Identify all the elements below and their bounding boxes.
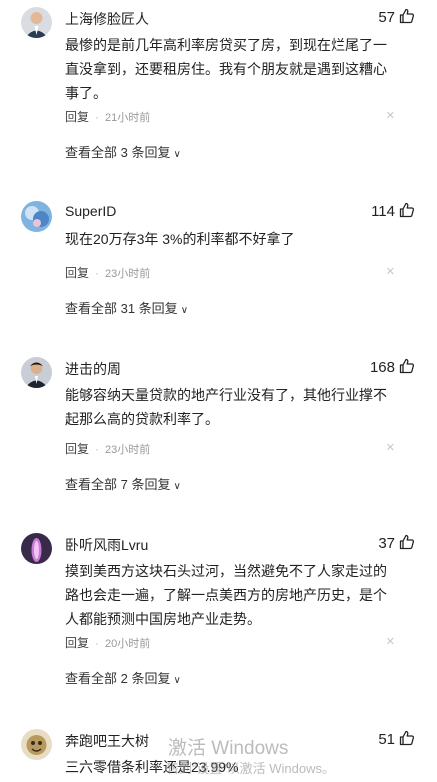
avatar[interactable]	[21, 357, 52, 388]
comment-text: 三六零借条利率还是23.99%	[65, 759, 239, 775]
reply-button[interactable]: 回复	[65, 442, 89, 456]
reply-button[interactable]: 回复	[65, 636, 89, 650]
close-icon[interactable]: ✕	[386, 109, 395, 122]
view-all-replies-label: 查看全部 31 条回复	[65, 301, 178, 316]
close-icon[interactable]: ✕	[386, 265, 395, 278]
comment-meta: 回复 · 23小时前	[65, 442, 151, 456]
reply-button[interactable]: 回复	[65, 110, 89, 124]
username[interactable]: 奔跑吧王大树	[65, 731, 149, 751]
view-all-replies-label: 查看全部 2 条回复	[65, 671, 171, 686]
avatar[interactable]	[21, 7, 52, 38]
comment-time: 21小时前	[105, 112, 151, 124]
thumbs-up-icon[interactable]	[399, 202, 415, 218]
comment-text: 现在20万存3年 3%的利率都不好拿了	[65, 231, 295, 247]
like-count: 37	[378, 535, 395, 552]
comment-meta: 回复 · 21小时前	[65, 110, 151, 124]
comment-time: 20小时前	[105, 638, 151, 650]
comment-time: 23小时前	[105, 444, 151, 456]
thumbs-up-icon[interactable]	[399, 358, 415, 374]
comment-text: 能够容纳天量贷款的地产行业没有了，其他行业撑不起那么高的贷款利率了。	[65, 387, 387, 427]
view-all-replies-button[interactable]: 查看全部 31 条回复 ∨	[65, 298, 188, 317]
like-count: 51	[378, 731, 395, 748]
like-count: 168	[369, 359, 395, 376]
chevron-down-icon: ∨	[173, 149, 181, 160]
comment-meta: 回复 · 23小时前	[65, 266, 151, 280]
close-icon[interactable]: ✕	[386, 441, 395, 454]
avatar[interactable]	[21, 533, 52, 564]
comment-meta: 回复 · 20小时前	[65, 636, 151, 650]
username[interactable]: SuperID	[65, 203, 116, 219]
view-all-replies-label: 查看全部 7 条回复	[65, 477, 171, 492]
view-all-replies-button[interactable]: 查看全部 7 条回复 ∨	[65, 474, 181, 493]
avatar[interactable]	[21, 201, 52, 232]
username[interactable]: 卧听风雨Lvru	[65, 535, 148, 555]
reply-button[interactable]: 回复	[65, 266, 89, 280]
thumbs-up-icon[interactable]	[399, 730, 415, 746]
like-count: 114	[371, 203, 395, 220]
username[interactable]: 上海修脸匠人	[65, 9, 149, 29]
close-icon[interactable]: ✕	[386, 635, 395, 648]
chevron-down-icon: ∨	[173, 481, 181, 492]
chevron-down-icon: ∨	[173, 675, 181, 686]
like-count: 57	[378, 9, 395, 26]
comment-text: 摸到美西方这块石头过河，当然避免不了人家走过的路也会走一遍，了解一点美西方的房地…	[65, 563, 387, 627]
view-all-replies-button[interactable]: 查看全部 2 条回复 ∨	[65, 668, 181, 687]
username[interactable]: 进击的周	[65, 359, 121, 379]
view-all-replies-button[interactable]: 查看全部 3 条回复 ∨	[65, 142, 181, 161]
comment-text: 最惨的是前几年高利率房贷买了房，到现在烂尾了一直没拿到，还要租房住。我有个朋友就…	[65, 37, 387, 101]
avatar[interactable]	[21, 729, 52, 760]
thumbs-up-icon[interactable]	[399, 534, 415, 550]
comment-time: 23小时前	[105, 268, 151, 280]
thumbs-up-icon[interactable]	[399, 8, 415, 24]
chevron-down-icon: ∨	[180, 305, 189, 316]
view-all-replies-label: 查看全部 3 条回复	[65, 145, 171, 160]
